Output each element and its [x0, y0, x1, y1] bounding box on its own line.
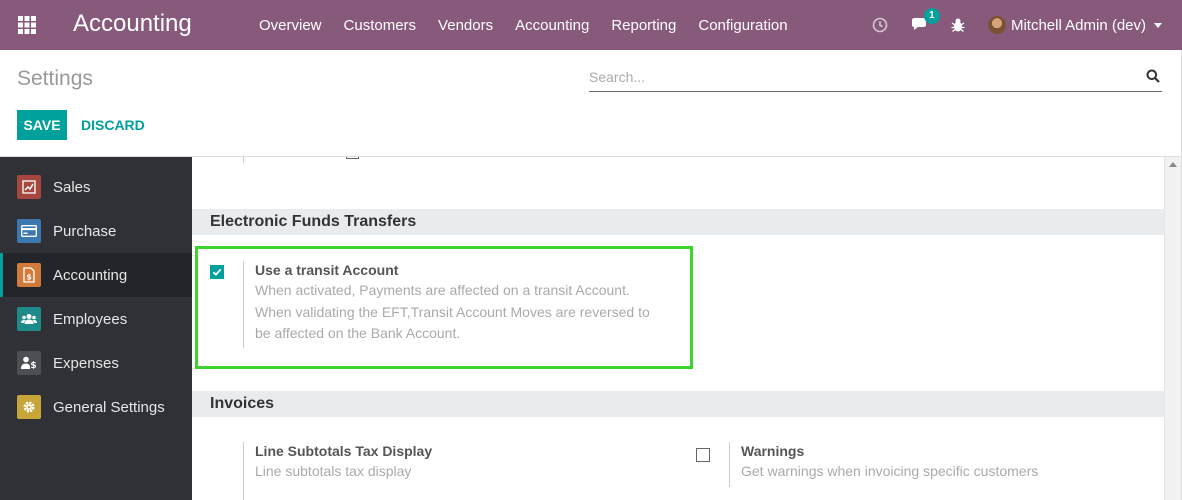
setting-help-line: Line subtotals tax display	[255, 463, 412, 479]
setting-label: Line Subtotals Tax Display	[255, 443, 433, 459]
control-panel: Settings SAVE DISCARD	[0, 50, 1182, 157]
section-title-invoices: Invoices	[192, 391, 1164, 417]
setting-help-line: be affected on the Bank Account.	[255, 325, 461, 341]
app-name[interactable]: Accounting	[73, 10, 192, 38]
avatar	[987, 16, 1006, 34]
scroll-up-arrow-icon[interactable]	[1169, 162, 1177, 167]
gear-icon	[17, 395, 41, 419]
people-icon	[17, 307, 41, 331]
previous-setting-checkbox[interactable]	[346, 157, 359, 159]
sidebar-item-label: Purchase	[53, 222, 117, 240]
sidebar-item-label: Sales	[53, 178, 91, 196]
setting-transit-account-body: Use a transit Account When activated, Pa…	[243, 261, 673, 348]
scrollbar[interactable]	[1164, 157, 1182, 500]
credit-card-icon	[17, 219, 41, 243]
user-name: Mitchell Admin (dev)	[1010, 16, 1146, 34]
menu-customers[interactable]: Customers	[344, 17, 417, 34]
settings-content: Electronic Funds Transfers Use a transit…	[192, 157, 1164, 500]
sidebar-item-purchase[interactable]: Purchase	[0, 209, 192, 253]
systray: 1 Mitchell Admin (dev)	[850, 0, 1162, 50]
setting-transit-account: Use a transit Account When activated, Pa…	[192, 247, 692, 367]
apps-grid-icon[interactable]	[17, 15, 37, 35]
svg-text:$: $	[26, 273, 32, 282]
breadcrumb: Settings	[17, 67, 93, 90]
svg-text:$: $	[30, 361, 36, 370]
expenses-icon: $	[17, 351, 41, 375]
sidebar-item-label: General Settings	[53, 398, 165, 416]
save-button[interactable]: SAVE	[17, 110, 67, 140]
search-icon[interactable]	[1146, 69, 1160, 88]
setting-help-line: When validating the EFT,Transit Account …	[255, 303, 650, 320]
discard-button[interactable]: DISCARD	[81, 110, 145, 140]
sidebar-item-expenses[interactable]: $ Expenses	[0, 341, 192, 385]
activity-clock-icon[interactable]	[872, 17, 888, 33]
search-bar	[589, 64, 1162, 92]
user-menu[interactable]: Mitchell Admin (dev)	[987, 16, 1162, 34]
transit-account-checkbox[interactable]	[210, 265, 224, 279]
sidebar-item-sales[interactable]: Sales	[0, 165, 192, 209]
menu-overview[interactable]: Overview	[259, 17, 322, 34]
sidebar-item-employees[interactable]: Employees	[0, 297, 192, 341]
menu-vendors[interactable]: Vendors	[438, 17, 493, 34]
setting-help-line: When activated, Payments are affected on…	[255, 282, 630, 298]
main-menu: Overview Customers Vendors Accounting Re…	[259, 0, 810, 50]
warnings-checkbox[interactable]	[696, 448, 710, 462]
menu-accounting[interactable]: Accounting	[515, 17, 589, 34]
sidebar-item-label: Accounting	[53, 266, 128, 284]
settings-sidebar: Sales Purchase $ Accounting Employees $ …	[0, 157, 192, 500]
messages-badge: 1	[923, 8, 940, 24]
top-navbar: Accounting Overview Customers Vendors Ac…	[0, 0, 1182, 50]
sidebar-item-label: Expenses	[53, 354, 119, 372]
sidebar-item-label: Employees	[53, 310, 128, 328]
setting-warnings: Warnings Get warnings when invoicing spe…	[678, 437, 1164, 500]
sidebar-item-accounting[interactable]: $ Accounting	[0, 253, 192, 297]
previous-setting-divider	[243, 157, 244, 163]
setting-help-line: Get warnings when invoicing specific cus…	[741, 463, 1039, 479]
bug-icon[interactable]	[950, 17, 966, 33]
messages-icon[interactable]: 1	[910, 8, 940, 33]
setting-label: Use a transit Account	[255, 262, 399, 278]
menu-reporting[interactable]: Reporting	[611, 17, 676, 34]
invoice-dollar-icon: $	[17, 263, 41, 287]
setting-label: Warnings	[741, 443, 805, 459]
caret-down-icon	[1154, 22, 1162, 28]
menu-configuration[interactable]: Configuration	[698, 17, 787, 34]
sidebar-item-general-settings[interactable]: General Settings	[0, 385, 192, 429]
sales-chart-icon	[17, 175, 41, 199]
search-input[interactable]	[589, 64, 1134, 90]
section-title-eft: Electronic Funds Transfers	[192, 209, 1164, 235]
setting-line-subtotals-body: Line Subtotals Tax Display Line subtotal…	[243, 442, 663, 500]
setting-warnings-body: Warnings Get warnings when invoicing spe…	[729, 442, 1149, 487]
setting-line-subtotals: Line Subtotals Tax Display Line subtotal…	[192, 437, 678, 500]
